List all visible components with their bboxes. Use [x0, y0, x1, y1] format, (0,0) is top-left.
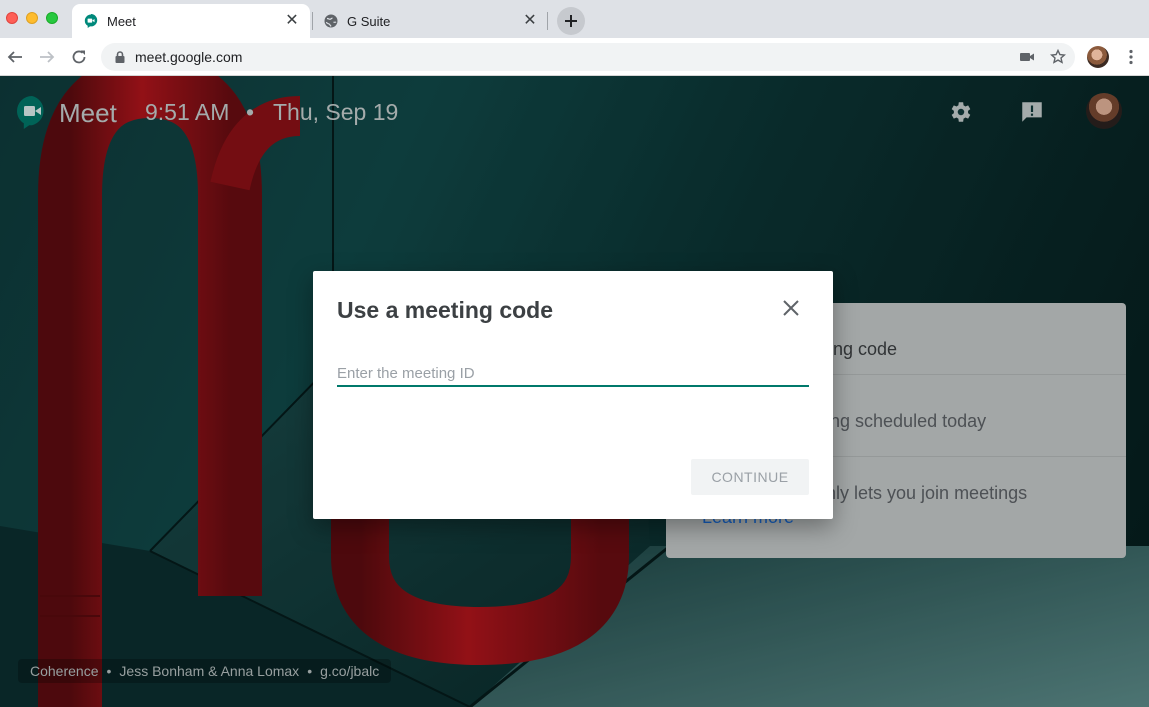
- profile-avatar[interactable]: [1087, 46, 1109, 68]
- meeting-id-input[interactable]: [337, 361, 809, 387]
- tab-strip: Meet ✕ G Suite ✕: [0, 0, 1149, 38]
- close-icon[interactable]: [779, 296, 803, 320]
- dialog-title: Use a meeting code: [337, 297, 554, 323]
- tab-meet[interactable]: Meet ✕: [72, 4, 310, 38]
- plus-icon: [565, 15, 577, 27]
- close-tab-icon[interactable]: ✕: [522, 13, 538, 29]
- arrow-right-icon: [40, 51, 55, 63]
- window-minimize-button[interactable]: [26, 12, 38, 24]
- url-text: meet.google.com: [135, 49, 243, 65]
- new-tab-button[interactable]: [557, 7, 585, 35]
- close-tab-icon[interactable]: ✕: [284, 13, 300, 29]
- globe-icon: [324, 14, 338, 28]
- window-close-button[interactable]: [6, 12, 18, 24]
- browser-menu-button[interactable]: [1123, 46, 1139, 68]
- browser-toolbar: meet.google.com: [0, 38, 1149, 76]
- tab-title: G Suite: [347, 14, 391, 29]
- camera-icon[interactable]: [1019, 49, 1035, 65]
- meet-icon: [84, 14, 98, 28]
- lock-icon: [115, 51, 125, 63]
- tab-title: Meet: [107, 14, 136, 29]
- window-zoom-button[interactable]: [46, 12, 58, 24]
- tab-g-suite[interactable]: G Suite ✕: [312, 4, 548, 38]
- reload-button[interactable]: [68, 46, 90, 68]
- meeting-code-dialog: Use a meeting code CONTINUE: [313, 271, 833, 519]
- continue-button[interactable]: CONTINUE: [691, 459, 809, 495]
- address-bar[interactable]: meet.google.com: [101, 43, 1075, 71]
- reload-icon: [72, 50, 86, 64]
- forward-button[interactable]: [36, 46, 58, 68]
- arrow-left-icon: [7, 51, 22, 63]
- back-button[interactable]: [4, 46, 26, 68]
- meet-page: Meet 9:51 AM • Thu, Sep 19 eting code in…: [0, 76, 1149, 707]
- star-icon[interactable]: [1050, 49, 1066, 65]
- more-vert-icon: [1129, 49, 1133, 65]
